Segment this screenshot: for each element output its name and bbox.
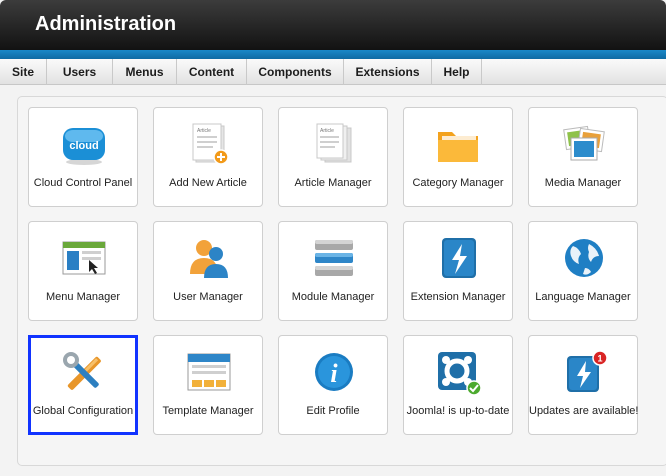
- menu-help[interactable]: Help: [432, 59, 482, 85]
- tile-label: Global Configuration: [32, 405, 134, 417]
- extension-icon: [434, 236, 484, 282]
- tile-label: Edit Profile: [306, 405, 360, 417]
- tools-icon: [59, 350, 109, 396]
- tile-module-manager[interactable]: Module Manager: [278, 221, 388, 321]
- info-icon-text: i: [330, 359, 338, 388]
- menu-components[interactable]: Components: [247, 59, 344, 85]
- globe-icon: [559, 236, 609, 282]
- add-article-icon: Article: [184, 122, 234, 168]
- cloud-icon-text: cloud: [69, 140, 98, 152]
- tile-cloud-control-panel[interactable]: cloud Cloud Control Panel: [28, 107, 138, 207]
- tile-label: Module Manager: [291, 291, 375, 303]
- module-icon: [309, 236, 359, 282]
- menu-menus[interactable]: Menus: [113, 59, 177, 85]
- tile-label: Menu Manager: [46, 291, 120, 303]
- tile-label: Article Manager: [294, 177, 372, 189]
- info-icon: i: [309, 350, 359, 396]
- tile-joomla-up-to-date[interactable]: Joomla! is up-to-date: [403, 335, 513, 435]
- tile-extension-manager[interactable]: Extension Manager: [403, 221, 513, 321]
- template-icon: [184, 350, 234, 396]
- article-icon-text: Article: [320, 128, 334, 134]
- page-title: Administration: [35, 13, 177, 35]
- tile-label: Media Manager: [544, 177, 622, 189]
- header-bar: Administration: [0, 0, 666, 50]
- tile-label: Extension Manager: [410, 291, 506, 303]
- header-accent-strip: [0, 50, 666, 59]
- menu-site[interactable]: Site: [0, 59, 47, 85]
- folder-icon: [434, 122, 484, 168]
- tile-label: Template Manager: [162, 405, 254, 417]
- menu-manager-icon: [59, 236, 109, 282]
- update-badge: 1: [597, 354, 602, 364]
- menu-extensions[interactable]: Extensions: [344, 59, 432, 85]
- tile-edit-profile[interactable]: i Edit Profile: [278, 335, 388, 435]
- tile-label: Add New Article: [169, 177, 247, 189]
- tile-global-configuration[interactable]: Global Configuration: [28, 335, 138, 435]
- tile-add-new-article[interactable]: Article Add New Article: [153, 107, 263, 207]
- menu-content[interactable]: Content: [177, 59, 247, 85]
- article-manager-icon: Article: [309, 122, 359, 168]
- tile-template-manager[interactable]: Template Manager: [153, 335, 263, 435]
- tile-label: Cloud Control Panel: [33, 177, 133, 189]
- tile-media-manager[interactable]: Media Manager: [528, 107, 638, 207]
- cloud-icon: cloud: [59, 122, 109, 168]
- main-menu-bar: Site Users Menus Content Components Exte…: [0, 59, 666, 85]
- tile-language-manager[interactable]: Language Manager: [528, 221, 638, 321]
- users-icon: [184, 236, 234, 282]
- admin-page: Administration Site Users Menus Content …: [0, 0, 666, 476]
- update-icon: 1: [559, 350, 609, 396]
- article-icon-text: Article: [197, 128, 211, 134]
- tile-label: Updates are available!: [529, 405, 639, 417]
- tile-label: Category Manager: [412, 177, 504, 189]
- tile-label: User Manager: [173, 291, 243, 303]
- tile-label: Language Manager: [535, 291, 631, 303]
- menu-users[interactable]: Users: [47, 59, 113, 85]
- tile-updates-available[interactable]: 1 Updates are available!: [528, 335, 638, 435]
- tile-category-manager[interactable]: Category Manager: [403, 107, 513, 207]
- tile-article-manager[interactable]: Article Article Manager: [278, 107, 388, 207]
- tile-user-manager[interactable]: User Manager: [153, 221, 263, 321]
- joomla-icon: [434, 350, 484, 396]
- media-icon: [559, 122, 609, 168]
- tile-menu-manager[interactable]: Menu Manager: [28, 221, 138, 321]
- tile-label: Joomla! is up-to-date: [406, 405, 510, 417]
